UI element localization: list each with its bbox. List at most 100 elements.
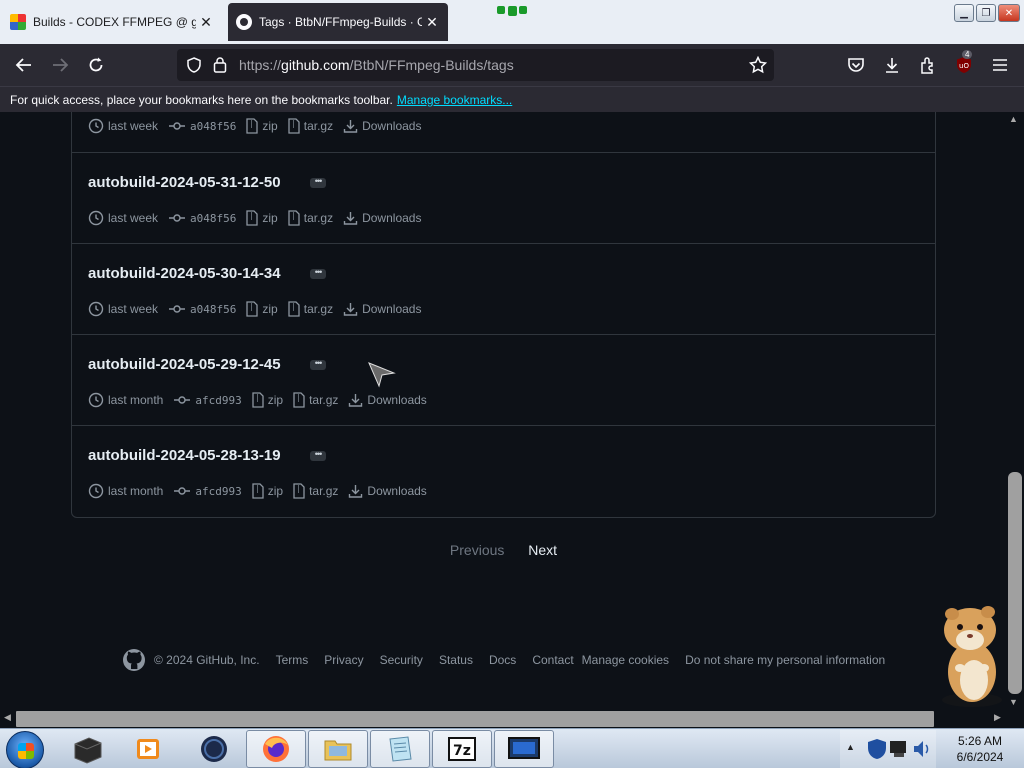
scroll-left-arrow-icon[interactable]: ◀ [4,712,11,723]
network-icon[interactable] [888,738,910,760]
browser-tab[interactable]: Builds - CODEX FFMPEG @ gyan. ✕ [0,3,222,41]
manage-bookmarks-link[interactable]: Manage bookmarks... [397,93,512,107]
tag-meta: last week a048f56 zip tar.gz Downloads [88,210,431,226]
footer-link[interactable]: Contact [532,653,573,667]
pocket-icon[interactable] [844,53,868,77]
tag-downloads-link[interactable]: Downloads [348,484,427,499]
taskbar-remote-desktop[interactable] [494,730,554,768]
tab-close-icon[interactable]: ✕ [196,14,216,31]
taskbar-explorer[interactable] [308,730,368,768]
scroll-up-arrow-icon[interactable]: ▲ [1009,114,1018,124]
start-button[interactable] [6,731,44,768]
forward-arrow-icon[interactable] [48,53,72,77]
tag-targz-link[interactable]: tar.gz [293,483,338,499]
tag-meta: last week a048f56 zip tar.gz Downloads [88,118,431,134]
downloads-icon[interactable] [880,53,904,77]
footer-link[interactable]: Manage cookies [582,653,669,667]
tag-expand-ellipsis-icon[interactable]: ••• [310,359,326,370]
security-shield-icon[interactable] [866,738,888,760]
taskbar-firefox[interactable] [246,730,306,768]
download-icon [343,302,362,317]
lock-icon[interactable] [213,56,227,73]
taskbar-globe-app[interactable] [184,730,244,768]
address-bar[interactable]: https://github.com/BtbN/FFmpeg-Builds/ta… [177,49,774,81]
footer-link[interactable]: Do not share my personal information [685,653,885,667]
file-zip-icon [293,392,309,408]
clock-icon [88,210,108,226]
monitor-icon [508,737,540,759]
shield-icon[interactable] [186,57,202,73]
horizontal-scroll-thumb[interactable] [16,711,934,727]
github-logo-icon[interactable] [122,648,146,672]
tab-close-icon[interactable]: ✕ [422,14,442,31]
vertical-scroll-thumb[interactable] [1008,472,1022,694]
tag-meta: last week a048f56 zip tar.gz Downloads [88,301,431,317]
footer-link[interactable]: Docs [489,653,516,667]
taskbar-notepad[interactable] [370,730,430,768]
tag-expand-ellipsis-icon[interactable]: ••• [310,450,326,461]
scroll-right-arrow-icon[interactable]: ▶ [994,712,1001,723]
tag-commit[interactable]: a048f56 [168,118,236,134]
tag-zip-link[interactable]: zip [252,483,283,499]
tag-downloads-link[interactable]: Downloads [343,211,421,226]
tag-date: last week [88,210,158,226]
minimize-button[interactable]: ▁ [954,4,974,22]
footer-link[interactable]: Terms [276,653,309,667]
footer-link[interactable]: Security [380,653,423,667]
browser-tab-active[interactable]: Tags · BtbN/FFmpeg-Builds · G ✕ [228,3,448,41]
restore-button[interactable]: ❐ [976,4,996,22]
tag-name-link[interactable]: autobuild-2024-05-29-12-45 [88,356,281,373]
file-zip-icon [288,301,304,317]
footer-link[interactable]: Privacy [324,653,363,667]
scroll-down-arrow-icon[interactable]: ▼ [1009,697,1018,707]
close-window-button[interactable]: ✕ [998,4,1020,22]
tag-expand-ellipsis-icon[interactable]: ••• [310,177,326,188]
extensions-icon[interactable] [916,53,940,77]
file-zip-icon [288,210,304,226]
url-text[interactable]: https://github.com/BtbN/FFmpeg-Builds/ta… [239,57,514,73]
system-clock[interactable]: 5:26 AM 6/6/2024 [940,733,1020,765]
git-commit-icon [168,210,190,226]
folder-icon [324,740,352,761]
tag-zip-link[interactable]: zip [246,301,278,317]
footer-links: Terms Privacy Security Status Docs Contact Man… [276,653,902,667]
tag-commit[interactable]: afcd993 [173,392,242,408]
previous-page-button: Previous [449,542,505,558]
back-arrow-icon[interactable] [12,53,36,77]
bookmark-star-icon[interactable] [749,56,767,74]
tag-downloads-link[interactable]: Downloads [343,119,421,134]
git-commit-icon [173,483,195,499]
tag-name-link[interactable]: autobuild-2024-05-31-12-50 [88,174,281,191]
tab-favicon-icon [10,14,26,30]
site-footer: © 2024 GitHub, Inc. Terms Privacy Security… [122,648,901,672]
taskbar-7zip[interactable]: 7z [432,730,492,768]
tag-downloads-link[interactable]: Downloads [343,302,421,317]
tag-targz-link[interactable]: tar.gz [288,301,333,317]
tag-commit[interactable]: afcd993 [173,483,242,499]
tag-zip-link[interactable]: zip [246,210,278,226]
clock-icon [88,301,108,317]
taskbar-media-player[interactable] [118,730,178,768]
volume-icon[interactable] [912,738,932,760]
tag-targz-link[interactable]: tar.gz [288,210,333,226]
tag-targz-link[interactable]: tar.gz [293,392,338,408]
taskbar-terminal-app[interactable] [58,730,118,768]
next-page-button[interactable]: Next [528,542,557,558]
footer-link[interactable]: Status [439,653,473,667]
hamburger-menu-icon[interactable] [988,53,1012,77]
git-commit-icon [168,118,190,134]
tag-zip-link[interactable]: zip [246,118,278,134]
tray-expand-icon[interactable]: ▲ [846,742,855,752]
reload-icon[interactable] [84,53,108,77]
tag-downloads-link[interactable]: Downloads [348,393,427,408]
tag-targz-link[interactable]: tar.gz [288,118,333,134]
tag-commit[interactable]: a048f56 [168,301,236,317]
tag-expand-ellipsis-icon[interactable]: ••• [310,268,326,279]
tag-name-link[interactable]: autobuild-2024-05-28-13-19 [88,447,281,464]
tag-meta: last month afcd993 zip tar.gz Downloads [88,392,437,408]
tag-date: last month [88,483,163,499]
tag-name-link[interactable]: autobuild-2024-05-30-14-34 [88,265,281,282]
file-zip-icon [246,301,262,317]
tag-commit[interactable]: a048f56 [168,210,236,226]
tag-zip-link[interactable]: zip [252,392,283,408]
